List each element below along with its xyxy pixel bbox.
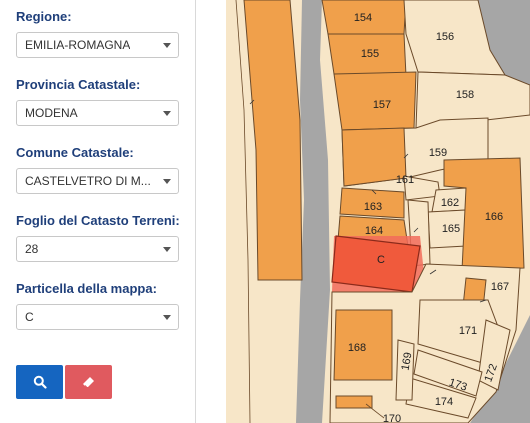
map-canvas: 154 155 156 157 158 159 161 162 163 166 …	[235, 0, 530, 423]
parcel-line	[235, 0, 251, 423]
parcel-158-label: 158	[456, 89, 474, 101]
chevron-down-icon	[163, 111, 171, 116]
parcel-168-label: 168	[348, 342, 366, 354]
provincia-value: MODENA	[25, 106, 78, 120]
parcel-154-label: 154	[354, 12, 372, 24]
eraser-icon	[82, 377, 94, 388]
chevron-down-icon	[163, 179, 171, 184]
parcel-170-shape	[335, 395, 373, 409]
search-button[interactable]	[16, 365, 63, 399]
particella-label: Particella della mappa:	[16, 281, 157, 296]
parcel-170-label: 170	[383, 413, 401, 423]
provincia-select[interactable]: MODENA	[16, 100, 179, 126]
foglio-value: 28	[25, 242, 39, 256]
cadastral-map[interactable]: 154 155 156 157 158 159 161 162 163 166 …	[226, 0, 530, 423]
comune-label: Comune Catastale:	[16, 145, 134, 160]
regione-select[interactable]: EMILIA-ROMAGNA	[16, 32, 179, 58]
parcel-163-label: 163	[364, 201, 382, 213]
comune-value: CASTELVETRO DI M...	[25, 174, 151, 188]
chevron-down-icon	[163, 43, 171, 48]
parcel-c-shape	[331, 235, 421, 293]
regione-value: EMILIA-ROMAGNA	[25, 38, 131, 52]
parcel-171-label: 171	[459, 325, 477, 337]
parcel-167-label: 167	[491, 281, 509, 293]
foglio-label: Foglio del Catasto Terreni:	[16, 213, 180, 228]
search-sidebar: Regione: EMILIA-ROMAGNA Provincia Catast…	[0, 0, 196, 423]
foglio-select[interactable]: 28	[16, 236, 179, 262]
parcel-166-label: 166	[485, 211, 503, 223]
parcel-161-label: 161	[396, 174, 414, 186]
parcel-157-label: 157	[373, 99, 391, 111]
search-icon	[33, 375, 47, 389]
parcel-159-label: 159	[429, 147, 447, 159]
parcel-174-label: 174	[435, 396, 453, 408]
chevron-down-icon	[163, 315, 171, 320]
parcel-156-label: 156	[436, 31, 454, 43]
parcel-155-label: 155	[361, 48, 379, 60]
provincia-label: Provincia Catastale:	[16, 77, 141, 92]
parcel-164-label: 164	[365, 225, 383, 237]
chevron-down-icon	[163, 247, 171, 252]
clear-button[interactable]	[65, 365, 112, 399]
particella-value: C	[25, 310, 34, 324]
parcel-c-label: C	[377, 254, 385, 266]
parcel-165-label: 165	[442, 223, 460, 235]
regione-label: Regione:	[16, 9, 72, 24]
comune-select[interactable]: CASTELVETRO DI M...	[16, 168, 179, 194]
parcel-162-label: 162	[441, 197, 459, 209]
particella-select[interactable]: C	[16, 304, 179, 330]
building-west	[243, 0, 303, 281]
